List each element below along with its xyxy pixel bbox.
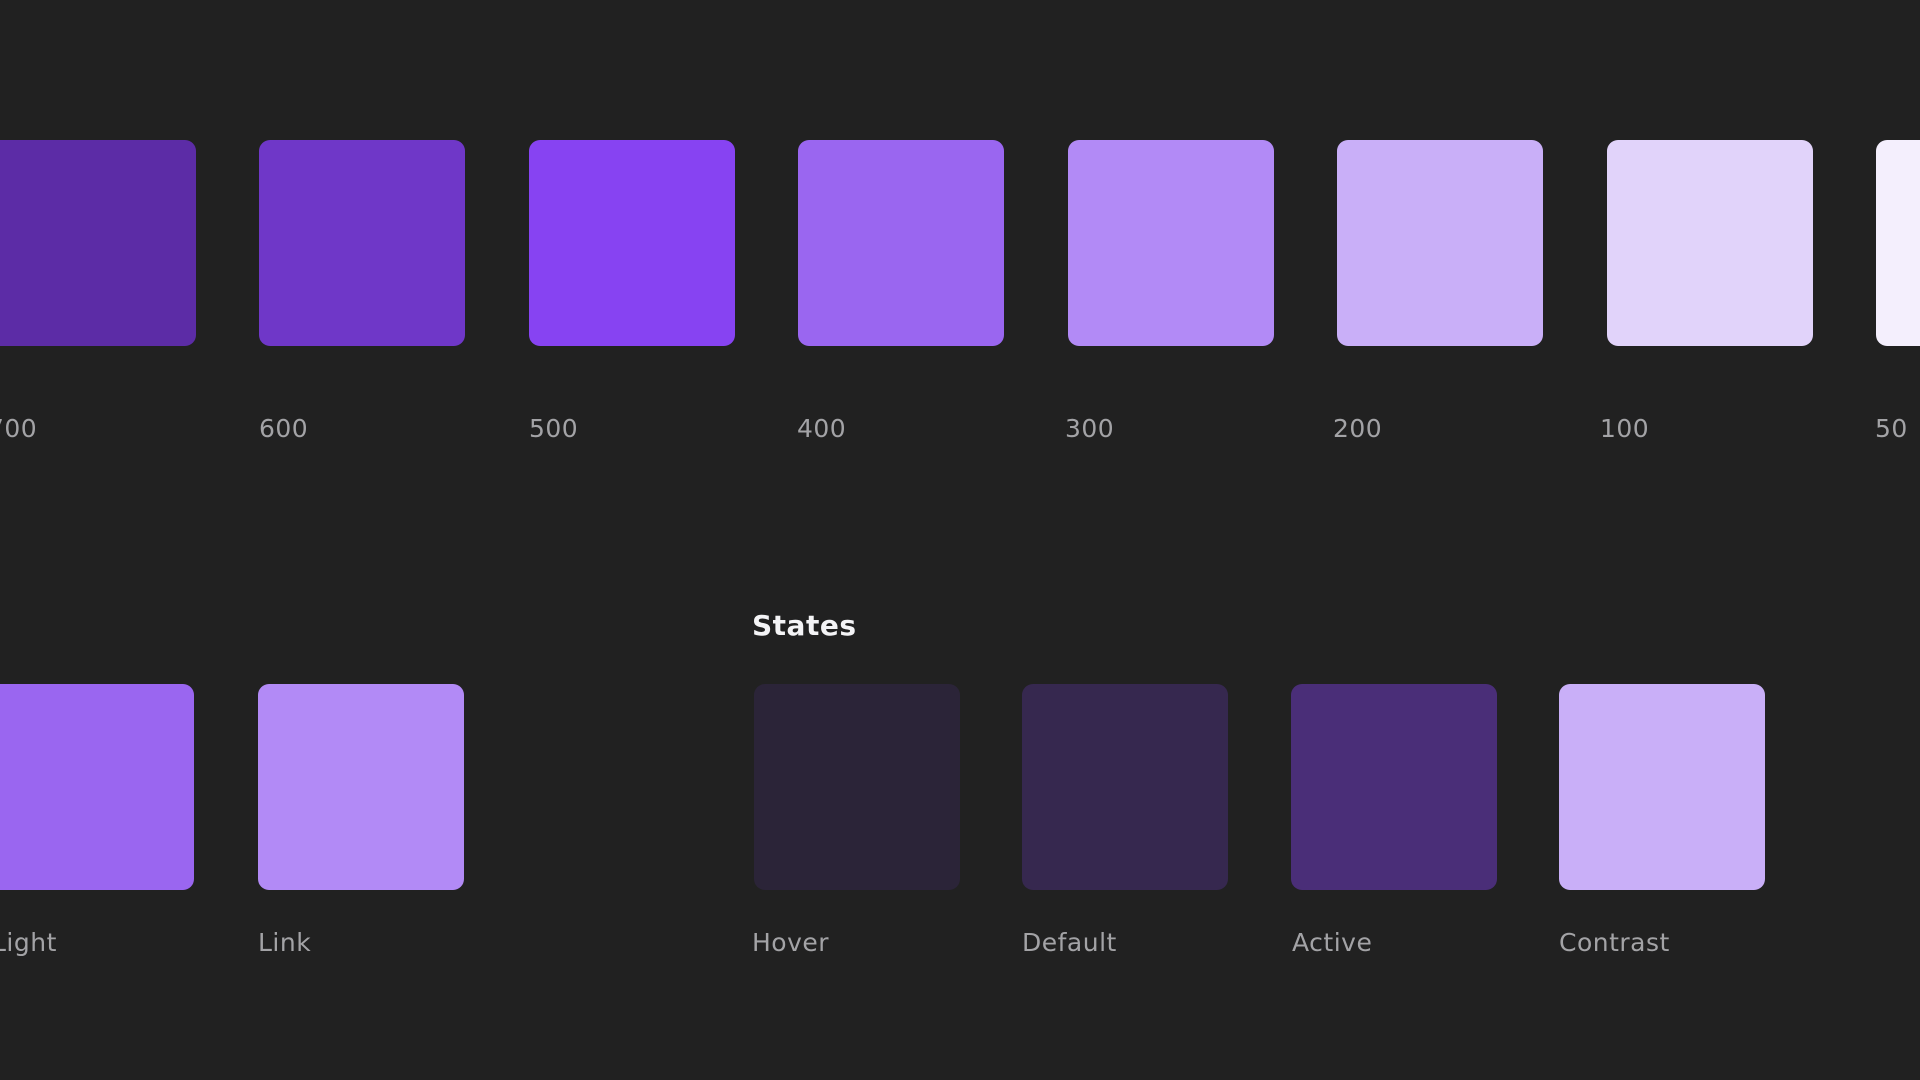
swatch-label-400: 400 — [797, 414, 847, 443]
swatch-contrast — [1559, 684, 1765, 890]
swatch-100 — [1607, 140, 1813, 346]
swatch-label-light: Light — [0, 928, 57, 957]
swatch-700 — [0, 140, 196, 346]
swatch-label-500: 500 — [529, 414, 579, 443]
swatch-300 — [1068, 140, 1274, 346]
palette-canvas: 700 600 500 400 300 200 100 50 Light Lin… — [0, 0, 1920, 1080]
swatch-label-contrast: Contrast — [1559, 928, 1670, 957]
swatch-50 — [1876, 140, 1920, 346]
swatch-label-700: 700 — [0, 414, 38, 443]
swatch-link — [258, 684, 464, 890]
swatch-active — [1291, 684, 1497, 890]
swatch-label-100: 100 — [1600, 414, 1650, 443]
swatch-label-50: 50 — [1875, 414, 1908, 443]
swatch-light — [0, 684, 194, 890]
swatch-400 — [798, 140, 1004, 346]
swatch-default — [1022, 684, 1228, 890]
swatch-label-300: 300 — [1065, 414, 1115, 443]
states-section-title: States — [752, 609, 857, 642]
swatch-label-600: 600 — [259, 414, 309, 443]
swatch-200 — [1337, 140, 1543, 346]
swatch-label-hover: Hover — [752, 928, 830, 957]
swatch-label-link: Link — [258, 928, 312, 957]
swatch-label-200: 200 — [1333, 414, 1383, 443]
swatch-500 — [529, 140, 735, 346]
swatch-hover — [754, 684, 960, 890]
swatch-label-default: Default — [1022, 928, 1117, 957]
swatch-label-active: Active — [1292, 928, 1373, 957]
swatch-600 — [259, 140, 465, 346]
